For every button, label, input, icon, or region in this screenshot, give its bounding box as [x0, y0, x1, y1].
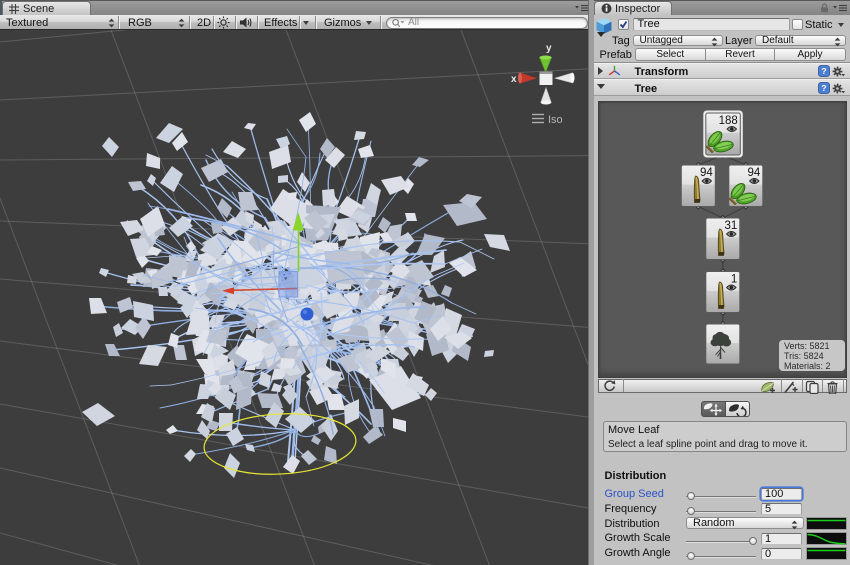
svg-text:Iso: Iso [548, 114, 563, 126]
svg-text:y: y [546, 43, 552, 54]
svg-text:x: x [511, 74, 517, 85]
svg-text:?: ? [821, 66, 826, 76]
svg-text:?: ? [821, 83, 826, 93]
